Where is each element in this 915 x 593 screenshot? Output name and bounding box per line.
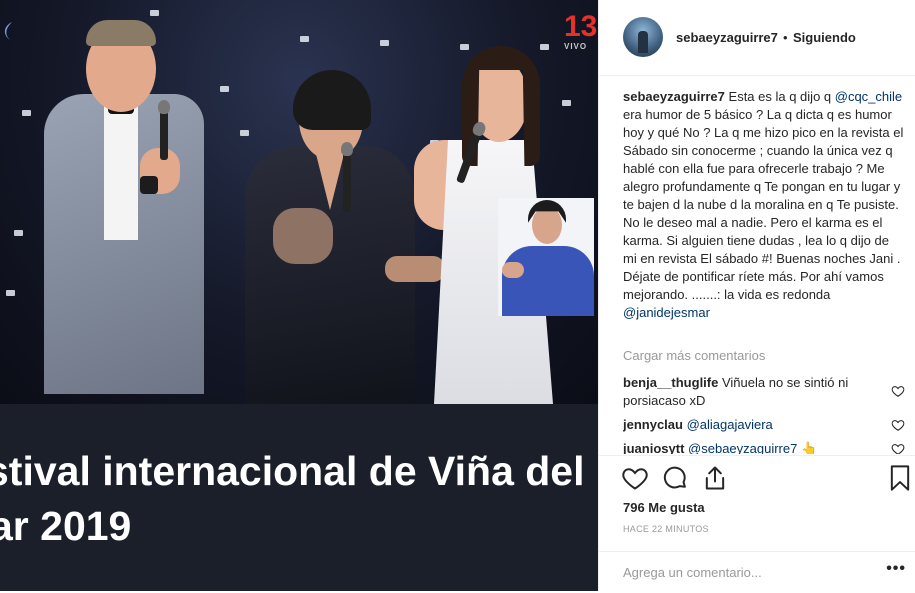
- channel-logo: 13 VIVO: [564, 10, 598, 52]
- load-more-comments-button[interactable]: Cargar más comentarios: [623, 348, 765, 363]
- video-caption-line-2: ar 2019: [0, 503, 132, 549]
- bookmark-icon[interactable]: [886, 464, 914, 492]
- comment-username[interactable]: jennyclau: [623, 417, 683, 432]
- header-separator: •: [783, 30, 788, 45]
- stage-light: [150, 10, 159, 16]
- host-man: [40, 20, 215, 404]
- stage-light: [6, 290, 15, 296]
- likes-count[interactable]: 796 Me gusta: [623, 500, 705, 515]
- video-frame[interactable]: 13 VIVO: [0, 0, 598, 404]
- stage-light: [380, 40, 389, 46]
- add-comment-bar: •••: [599, 551, 915, 593]
- stage-light: [14, 230, 23, 236]
- small-heart-icon[interactable]: [891, 442, 905, 454]
- small-heart-icon[interactable]: [891, 384, 905, 398]
- stage-light: [220, 86, 229, 92]
- caption-text-part: era humor de 5 básico ? La q dicta q es …: [623, 107, 904, 302]
- avatar[interactable]: [623, 17, 663, 57]
- sign-language-interpreter: [498, 198, 594, 316]
- microphone: [158, 100, 170, 160]
- caption-author[interactable]: sebaeyzaguirre7: [623, 89, 725, 104]
- caption-text-part: Esta es la q dijo q: [724, 89, 835, 104]
- stage-light: [22, 110, 31, 116]
- comment-username[interactable]: juaniosytt: [623, 441, 684, 454]
- comment-item: juaniosytt @sebaeyzaguirre7 👆: [623, 440, 883, 454]
- caption-mention[interactable]: @cqc_chile: [835, 89, 902, 104]
- comment-mention[interactable]: @sebaeyzaguirre7 👆: [688, 441, 817, 454]
- more-options-button[interactable]: •••: [886, 560, 906, 578]
- author-username[interactable]: sebaeyzaguirre7: [676, 30, 778, 45]
- microphone: [341, 142, 353, 212]
- comment-item: benja__thuglife Viñuela no se sintió ni …: [623, 374, 883, 410]
- video-caption-band: [0, 404, 598, 591]
- post-timestamp[interactable]: HACE 22 MINUTOS: [623, 524, 709, 534]
- stage-light: [300, 36, 309, 42]
- guest-woman: [235, 70, 445, 404]
- post-caption: sebaeyzaguirre7 Esta es la q dijo q @cqc…: [623, 88, 905, 322]
- comment-username[interactable]: benja__thuglife: [623, 375, 718, 390]
- comment-item: jennyclau @aliagajaviera: [623, 416, 883, 434]
- post-header: sebaeyzaguirre7 • Siguiendo: [599, 0, 915, 76]
- follow-status-button[interactable]: Siguiendo: [793, 30, 856, 45]
- comment-mention[interactable]: @aliagajaviera: [687, 417, 773, 432]
- comments-section[interactable]: sebaeyzaguirre7 Esta es la q dijo q @cqc…: [623, 88, 905, 454]
- comment-icon[interactable]: [661, 464, 689, 492]
- small-heart-icon[interactable]: [891, 418, 905, 432]
- heart-icon[interactable]: [621, 464, 649, 492]
- video-caption-line-1: stival internacional de Viña del: [0, 448, 585, 494]
- post-media[interactable]: 13 VIVO stival internacional de Viña del…: [0, 0, 598, 591]
- post-actions: 796 Me gusta HACE 22 MINUTOS •••: [599, 455, 915, 592]
- comment-input[interactable]: [623, 562, 863, 582]
- share-icon[interactable]: [701, 464, 729, 492]
- caption-mention[interactable]: @janidejesmar: [623, 305, 710, 320]
- show-logo-fragment: [4, 22, 12, 40]
- post-side-panel: sebaeyzaguirre7 • Siguiendo sebaeyzaguir…: [598, 0, 915, 591]
